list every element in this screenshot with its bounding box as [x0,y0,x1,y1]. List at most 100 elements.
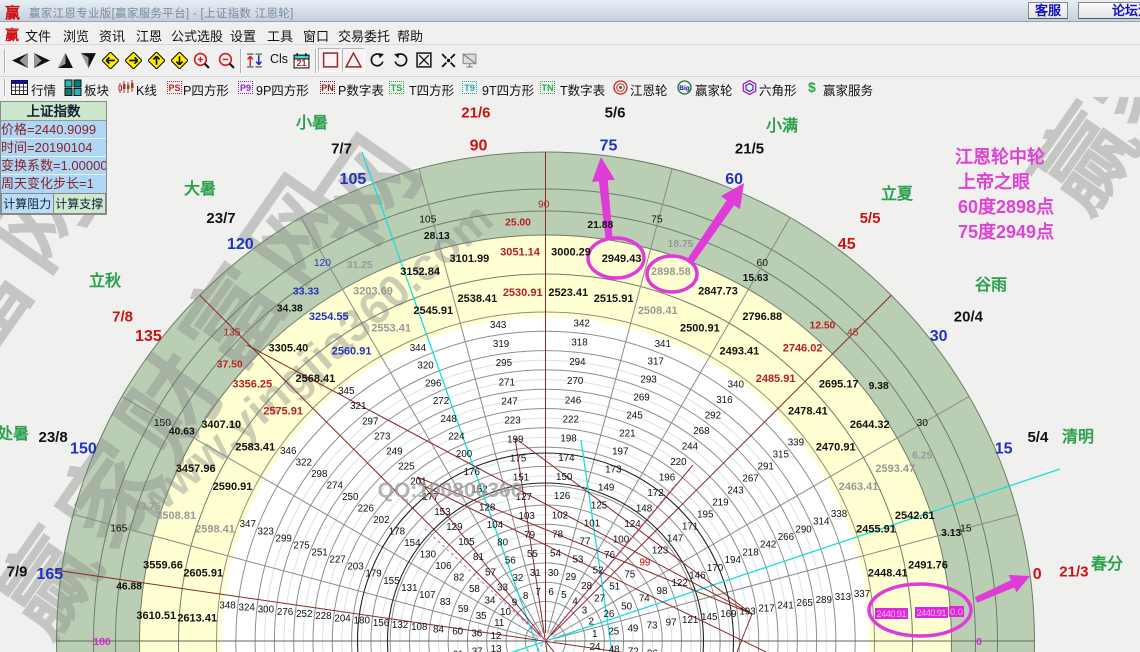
svg-text:104: 104 [487,520,504,531]
svg-text:105: 105 [458,537,475,548]
svg-text:344: 344 [410,343,427,354]
svg-text:297: 297 [362,416,378,427]
svg-text:269: 269 [633,393,649,404]
svg-text:2515.91: 2515.91 [594,293,634,305]
svg-text:314: 314 [813,517,830,528]
svg-text:320: 320 [417,361,434,372]
svg-text:2605.91: 2605.91 [183,567,223,579]
svg-text:60: 60 [725,171,743,188]
svg-text:3254.55: 3254.55 [309,311,349,323]
svg-text:345: 345 [338,386,355,397]
svg-text:2440.91: 2440.91 [917,608,947,618]
svg-text:273: 273 [374,431,391,442]
svg-text:105: 105 [419,214,436,225]
svg-text:218: 218 [742,547,759,558]
svg-text:271: 271 [499,377,515,388]
svg-text:2560.91: 2560.91 [332,345,372,357]
svg-text:2455.91: 2455.91 [856,523,896,535]
svg-text:270: 270 [567,376,584,387]
svg-text:250: 250 [342,492,359,503]
svg-text:178: 178 [389,527,406,538]
svg-text:12.50: 12.50 [810,321,836,332]
svg-text:2847.73: 2847.73 [698,286,738,298]
svg-text:7: 7 [535,587,540,598]
svg-text:291: 291 [758,461,774,472]
svg-text:2485.91: 2485.91 [756,373,796,385]
svg-text:146: 146 [689,571,706,582]
svg-text:150: 150 [70,440,97,457]
svg-text:198: 198 [560,434,577,445]
svg-text:135: 135 [135,328,162,345]
svg-text:3051.14: 3051.14 [500,246,541,258]
svg-text:296: 296 [425,378,442,389]
svg-text:338: 338 [831,509,848,520]
svg-text:2470.91: 2470.91 [816,442,856,454]
svg-text:2598.41: 2598.41 [195,523,235,535]
svg-text:2553.41: 2553.41 [371,323,411,335]
svg-text:2898.58: 2898.58 [651,266,691,278]
svg-text:11: 11 [494,618,504,629]
svg-text:74: 74 [639,594,650,605]
svg-text:171: 171 [682,521,698,532]
svg-text:13: 13 [491,644,502,652]
svg-text:2542.61: 2542.61 [895,510,935,522]
svg-text:317: 317 [648,357,664,368]
svg-text:222: 222 [563,414,579,425]
svg-text:243: 243 [727,485,744,496]
svg-text:0: 0 [1033,566,1042,583]
svg-text:1: 1 [592,629,597,640]
svg-text:28: 28 [581,581,592,592]
svg-text:203: 203 [347,562,364,573]
svg-text:2796.88: 2796.88 [742,311,782,323]
svg-text:21.88: 21.88 [587,220,613,231]
svg-text:5/4: 5/4 [1027,429,1049,446]
svg-text:153: 153 [434,507,451,518]
svg-text:242: 242 [760,540,776,551]
svg-text:2530.91: 2530.91 [503,287,543,299]
svg-text:98: 98 [657,586,668,597]
svg-text:3000.29: 3000.29 [551,246,591,258]
svg-text:300: 300 [258,605,275,616]
svg-text:2545.91: 2545.91 [413,305,453,317]
svg-text:223: 223 [504,416,521,427]
svg-text:12: 12 [491,631,502,642]
svg-text:99: 99 [639,557,650,568]
svg-text:221: 221 [619,429,635,440]
svg-text:244: 244 [682,441,699,452]
svg-text:228: 228 [315,611,332,622]
svg-text:318: 318 [571,338,588,349]
svg-text:25: 25 [608,626,619,637]
svg-text:276: 276 [277,607,294,618]
svg-text:23/7: 23/7 [206,210,235,227]
svg-text:0.0: 0.0 [950,607,963,617]
svg-text:272: 272 [433,396,449,407]
svg-text:7/9: 7/9 [7,563,28,580]
svg-text:197: 197 [612,447,628,458]
svg-text:21/3: 21/3 [1059,563,1088,580]
svg-text:193: 193 [739,606,756,617]
svg-text:267: 267 [742,473,758,484]
svg-text:18.75: 18.75 [668,239,694,250]
svg-text:226: 226 [358,504,375,515]
svg-text:90: 90 [470,137,488,154]
svg-text:179: 179 [365,569,381,580]
svg-text:108: 108 [411,622,428,633]
svg-text:2538.41: 2538.41 [458,293,498,305]
svg-text:21: 21 [296,58,306,68]
svg-text:30: 30 [930,328,948,345]
svg-text:339: 339 [788,437,804,448]
svg-text:342: 342 [574,319,590,330]
svg-text:275: 275 [293,540,310,551]
svg-text:251: 251 [311,548,327,559]
svg-text:120: 120 [314,258,331,269]
svg-text:9: 9 [512,598,517,609]
svg-text:23/8: 23/8 [38,429,67,446]
svg-text:45: 45 [838,236,856,253]
svg-text:225: 225 [398,462,415,473]
svg-text:处暑: 处暑 [0,424,29,443]
svg-text:249: 249 [386,447,402,458]
svg-text:241: 241 [777,601,793,612]
svg-text:33: 33 [497,582,508,593]
svg-text:QQ:100800360: QQ:100800360 [378,479,523,502]
svg-text:128: 128 [479,502,496,513]
